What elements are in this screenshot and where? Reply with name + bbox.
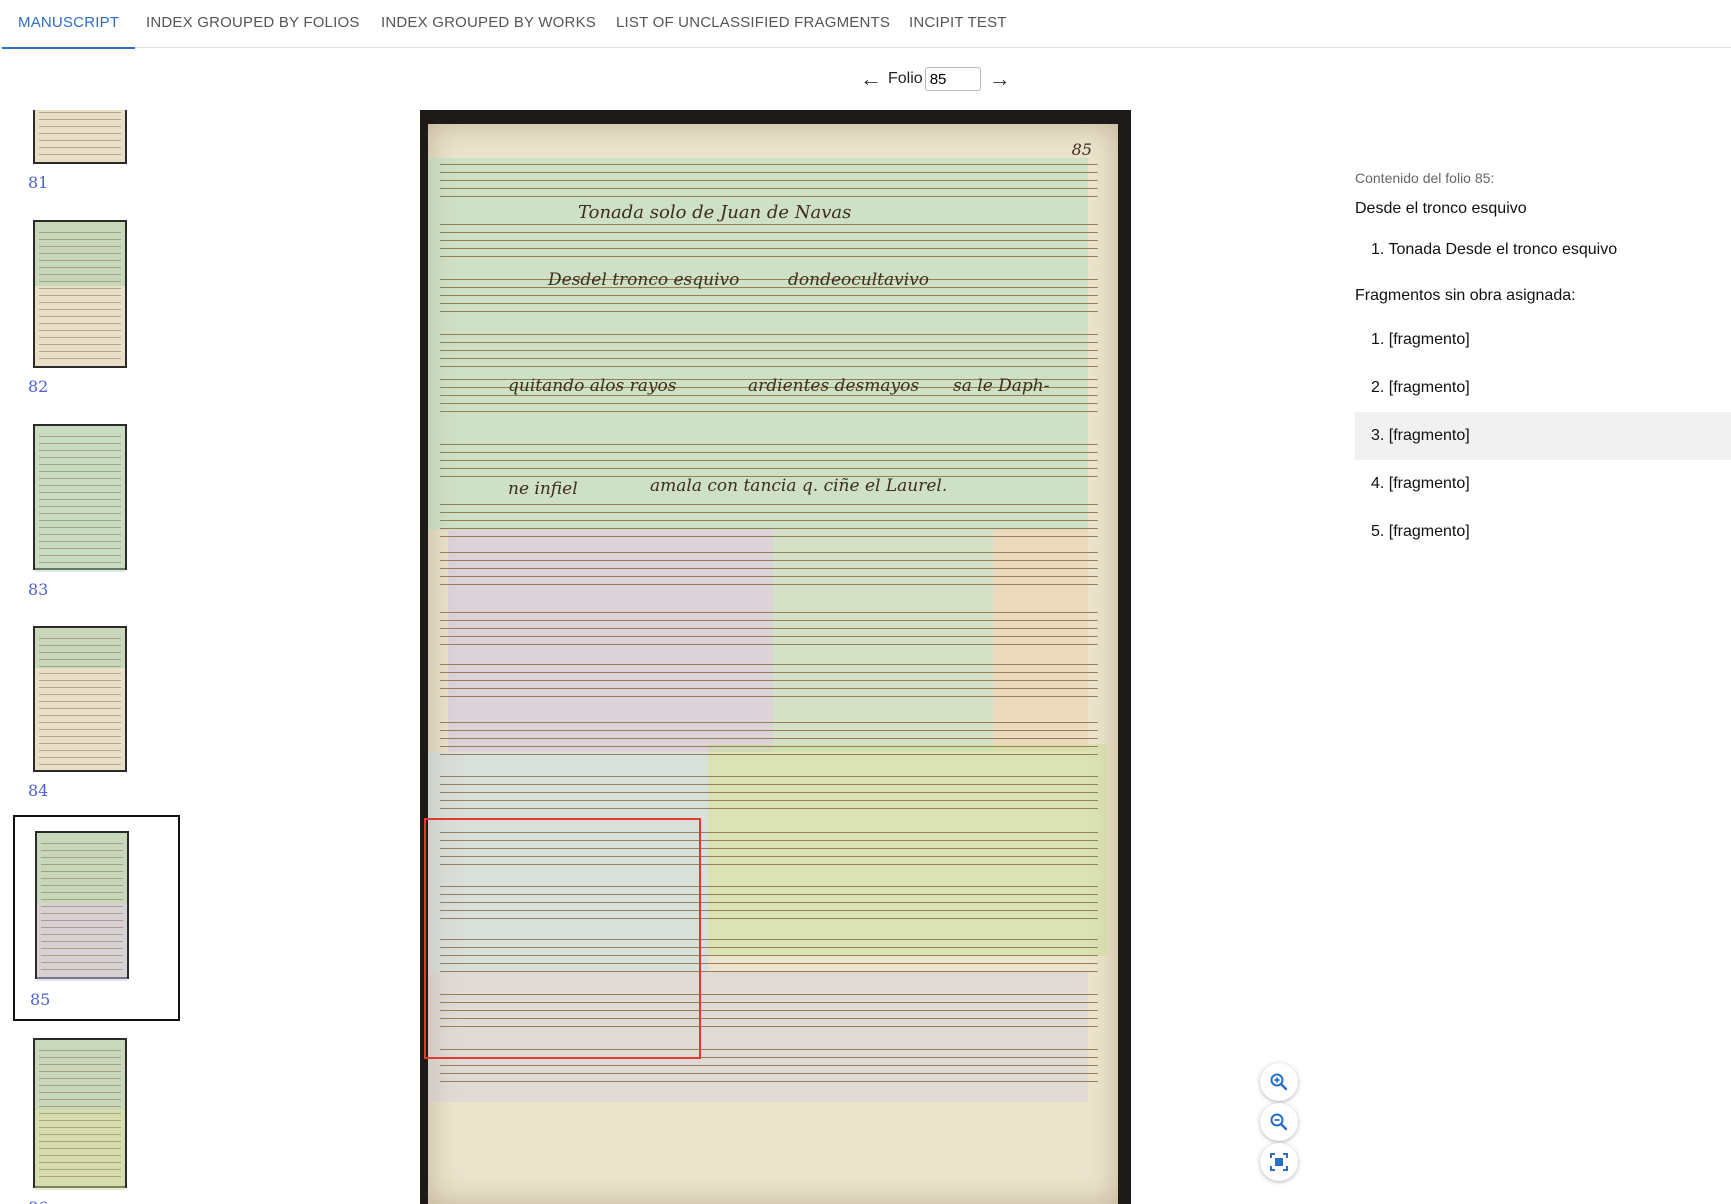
music-staff xyxy=(440,279,1098,313)
thumbnail-number[interactable]: 85 xyxy=(30,990,50,1009)
manuscript-viewer[interactable]: 85 Tonada solo de Juan de Navas Desdel t… xyxy=(420,110,1131,1204)
tab-index-by-works[interactable]: INDEX GROUPED BY WORKS xyxy=(365,0,612,48)
fragment-item[interactable]: 4. [fragmento] xyxy=(1355,460,1731,508)
selected-fragment-highlight[interactable] xyxy=(424,818,701,1059)
lyric-line: ne infiel xyxy=(508,479,578,499)
thumbnail-strip[interactable]: 81 82 83 84 85 xyxy=(0,110,190,1204)
tab-manuscript[interactable]: MANUSCRIPT xyxy=(2,0,136,49)
fragment-item[interactable]: 1. [fragmento] xyxy=(1355,316,1731,364)
thumbnail-image[interactable] xyxy=(33,626,127,772)
manuscript-page-image: 85 Tonada solo de Juan de Navas Desdel t… xyxy=(424,124,1118,1204)
music-staff xyxy=(440,504,1098,538)
tab-unclassified-fragments[interactable]: LIST OF UNCLASSIFIED FRAGMENTS xyxy=(600,0,906,48)
zoom-in-button[interactable] xyxy=(1260,1063,1298,1101)
lyric-line: amala con tancia q. ciñe el Laurel. xyxy=(650,476,948,496)
music-staff xyxy=(440,552,1098,586)
thumbnail-number[interactable]: 81 xyxy=(28,173,48,192)
thumbnail-image[interactable] xyxy=(33,424,127,572)
music-staff xyxy=(440,612,1098,646)
fit-screen-icon xyxy=(1270,1153,1288,1171)
work-title: Desde el tronco esquivo xyxy=(1355,200,1527,217)
thumbnail-number[interactable]: 83 xyxy=(28,580,48,599)
tab-index-by-folios[interactable]: INDEX GROUPED BY FOLIOS xyxy=(130,0,376,48)
fragment-item[interactable]: 3. [fragmento] xyxy=(1355,412,1731,460)
work-item[interactable]: 1. Tonada Desde el tronco esquivo xyxy=(1355,226,1731,274)
fragment-item[interactable]: 5. [fragmento] xyxy=(1355,508,1731,556)
thumbnail-image[interactable] xyxy=(33,220,127,368)
thumbnail-image[interactable] xyxy=(35,831,129,981)
lyric-line: quitando alos rayos xyxy=(508,376,677,396)
music-staff xyxy=(440,776,1098,810)
zoom-out-button[interactable] xyxy=(1260,1103,1298,1141)
music-staff xyxy=(440,224,1098,258)
fragments-list: 1. [fragmento] 2. [fragmento] 3. [fragme… xyxy=(1355,316,1731,556)
thumbnail-number[interactable]: 86 xyxy=(28,1198,48,1204)
lyric-line: dondeocultavivo xyxy=(788,270,929,290)
fragments-heading: Fragmentos sin obra asignada: xyxy=(1355,287,1576,304)
manuscript-title: Tonada solo de Juan de Navas xyxy=(578,202,852,223)
thumbnail-image[interactable] xyxy=(33,110,127,164)
zoom-out-icon xyxy=(1270,1113,1288,1131)
folio-mark: 85 xyxy=(1071,140,1092,159)
panel-caption: Contenido del folio 85: xyxy=(1355,170,1495,186)
arrow-right-icon[interactable]: → xyxy=(989,68,1011,90)
arrow-left-icon[interactable]: ← xyxy=(860,68,882,90)
music-staff xyxy=(440,664,1098,698)
thumbnail-number[interactable]: 82 xyxy=(28,377,48,396)
folio-content-panel: Contenido del folio 85: Desde el tronco … xyxy=(1355,170,1731,556)
thumbnail-image[interactable] xyxy=(33,1038,127,1190)
folio-navigation: ← Folio → xyxy=(860,66,1011,92)
thumbnail-number[interactable]: 84 xyxy=(28,781,48,800)
folio-label: Folio xyxy=(888,70,923,87)
music-staff xyxy=(440,444,1098,478)
lyric-line: ardientes desmayos xyxy=(748,376,920,396)
zoom-in-icon xyxy=(1270,1073,1288,1091)
works-list: 1. Tonada Desde el tronco esquivo xyxy=(1355,226,1731,274)
lyric-line: Desdel tronco esquivo xyxy=(548,270,740,290)
tab-incipit-test[interactable]: INCIPIT TEST xyxy=(893,0,1023,48)
folio-input[interactable] xyxy=(924,67,981,91)
lyric-line: sa le Daph- xyxy=(953,376,1050,396)
music-staff xyxy=(440,722,1098,756)
fragment-item[interactable]: 2. [fragmento] xyxy=(1355,364,1731,412)
fit-screen-button[interactable] xyxy=(1260,1143,1298,1181)
music-staff xyxy=(440,164,1098,198)
music-staff xyxy=(440,334,1098,368)
tab-bar: MANUSCRIPT INDEX GROUPED BY FOLIOS INDEX… xyxy=(0,0,1731,49)
